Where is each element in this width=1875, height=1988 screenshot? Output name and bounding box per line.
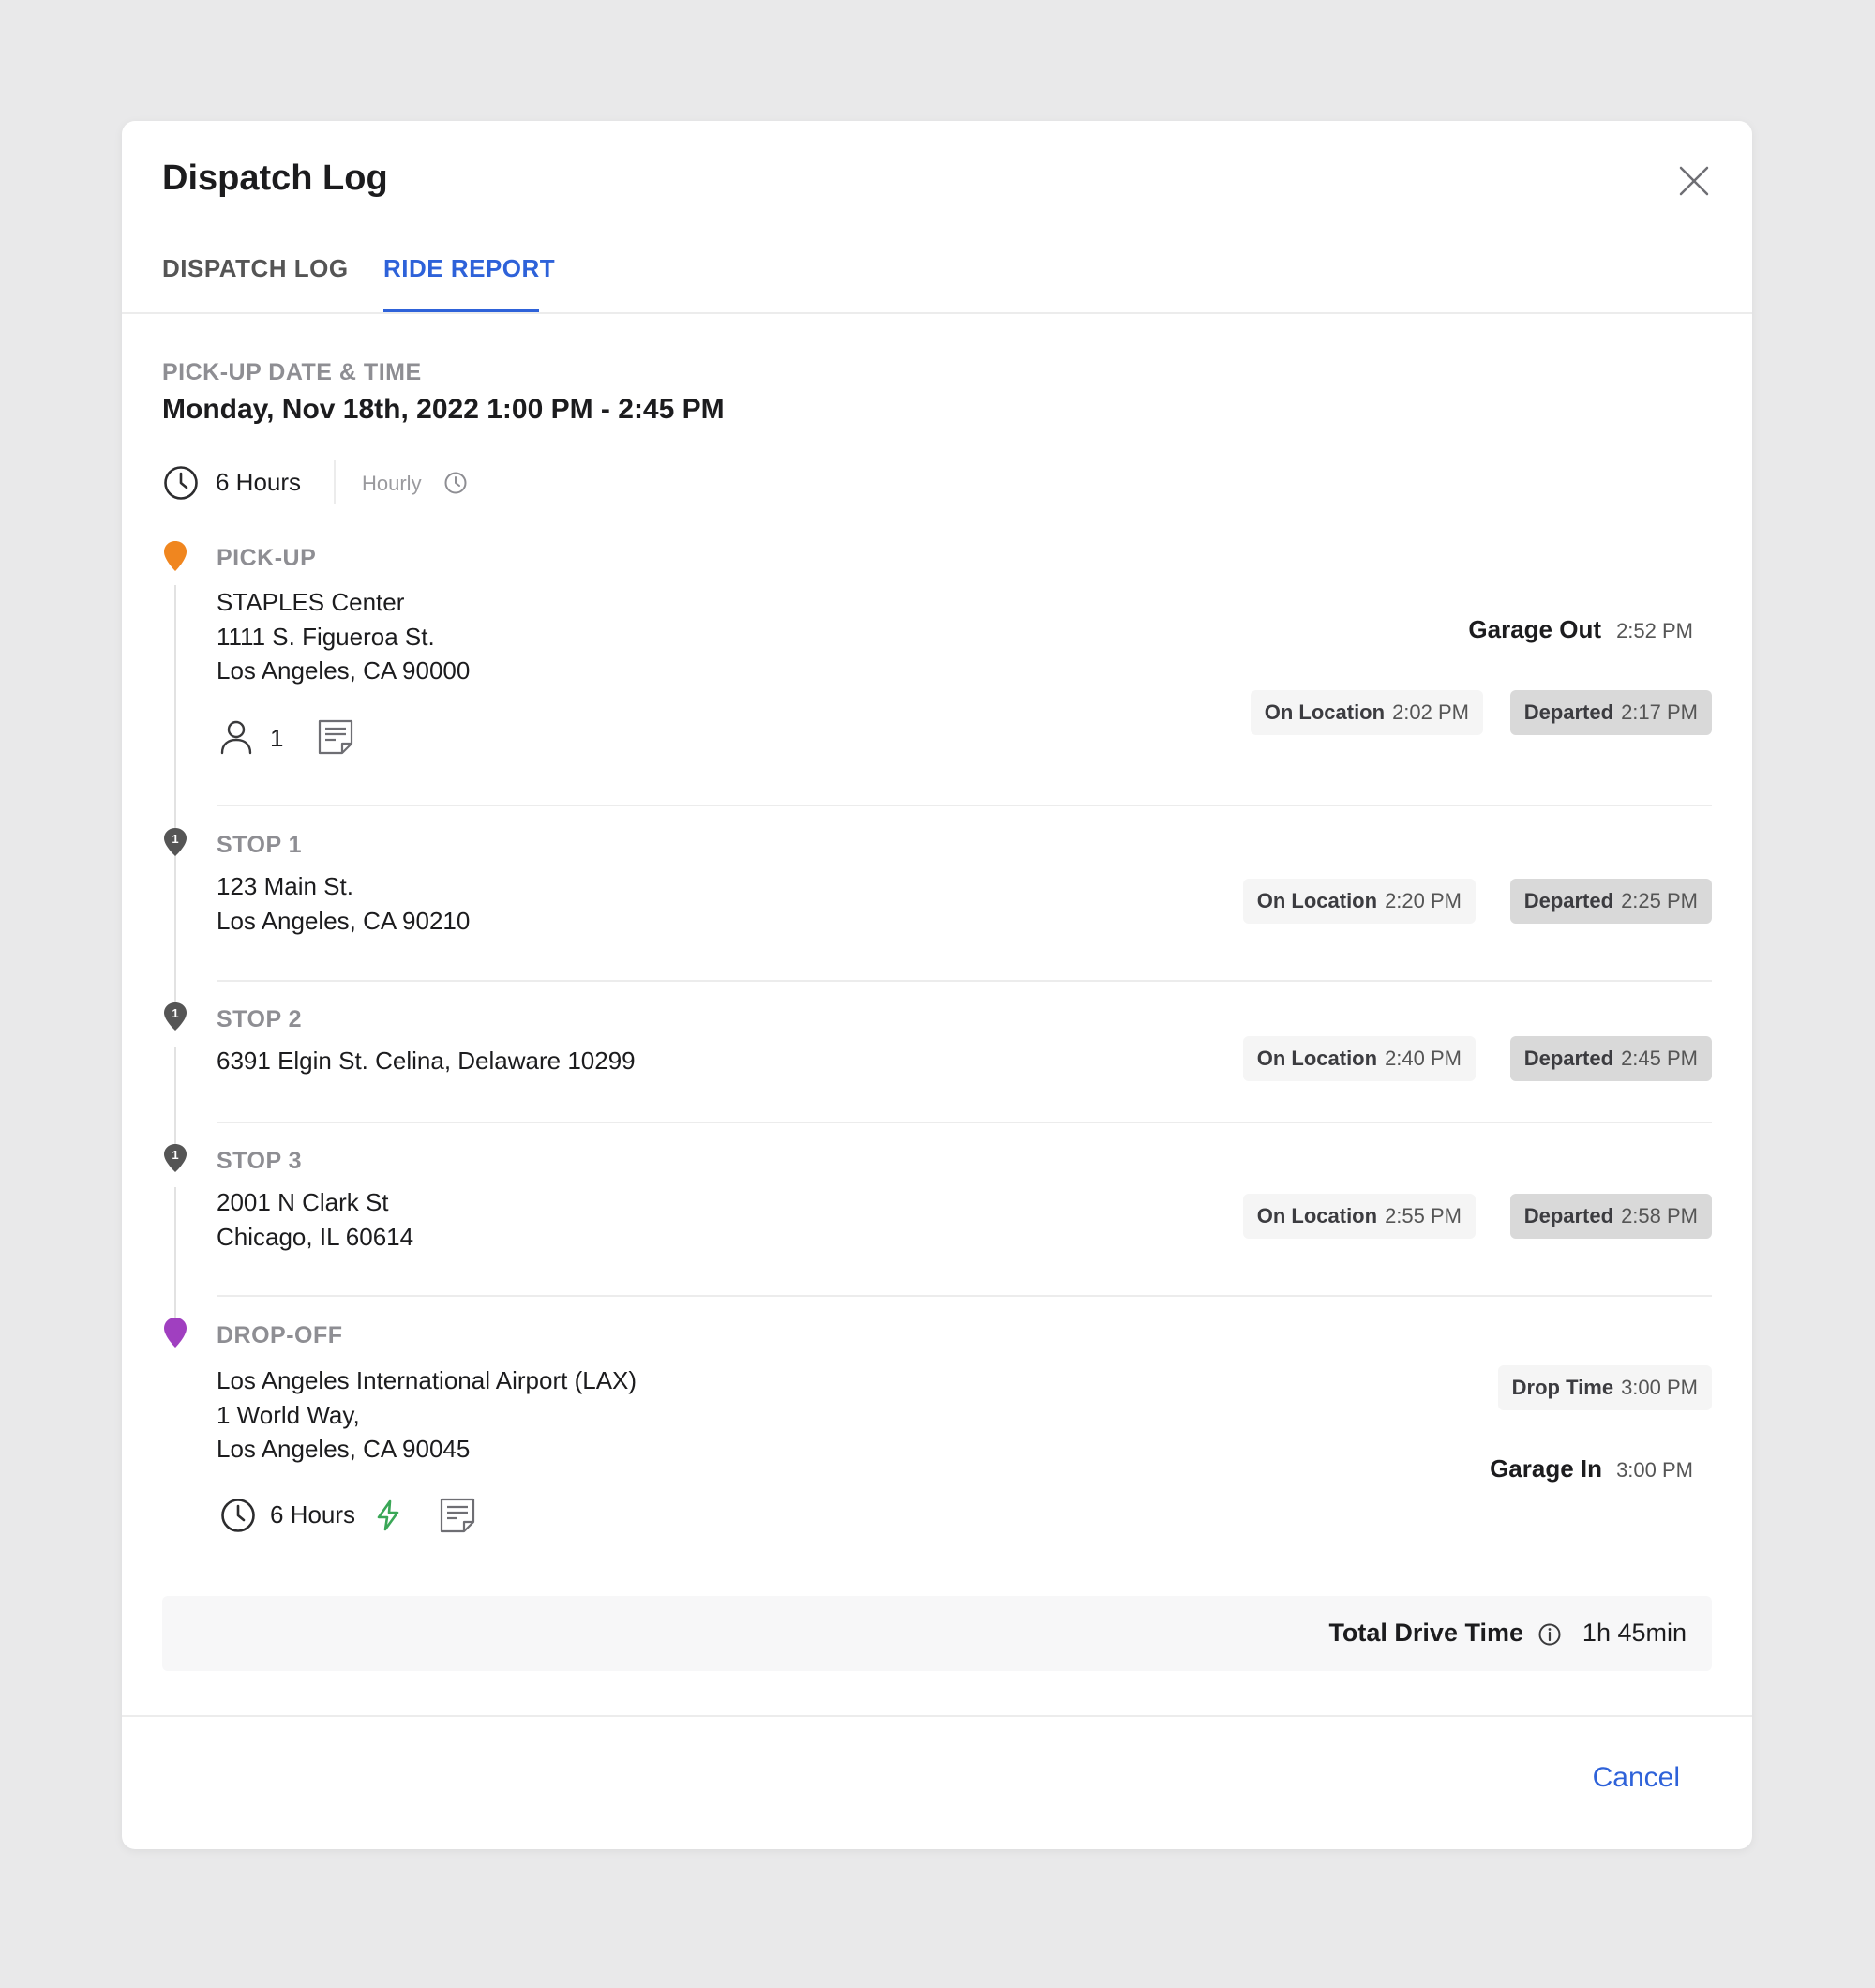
departed-time: 2:17 PM bbox=[1621, 700, 1698, 724]
departed-time: 2:58 PM bbox=[1621, 1204, 1698, 1227]
on-location-label: On Location bbox=[1256, 1047, 1378, 1070]
departed-time: 2:25 PM bbox=[1621, 889, 1698, 912]
note-icon[interactable] bbox=[439, 1497, 476, 1539]
stop-address-line: Chicago, IL 60614 bbox=[217, 1223, 414, 1251]
pickup-label: PICK-UP bbox=[217, 545, 317, 571]
dropoff-pin-icon bbox=[163, 1317, 188, 1353]
dropoff-label: DROP-OFF bbox=[217, 1322, 343, 1348]
dropoff-address-line: Los Angeles, CA 90045 bbox=[217, 1435, 471, 1463]
duration-row: 6 Hours Hourly bbox=[162, 460, 725, 505]
pickup-address-line: STAPLES Center bbox=[217, 588, 405, 616]
dispatch-log-modal: Dispatch Log DISPATCH LOG RIDE REPORT PI… bbox=[122, 121, 1752, 1849]
on-location-time: 2:20 PM bbox=[1385, 889, 1462, 912]
pickup-address-line: 1111 S. Figueroa St. bbox=[217, 623, 435, 651]
on-location-time: 2:02 PM bbox=[1392, 700, 1469, 724]
row-divider bbox=[217, 980, 1712, 982]
timeline-connector bbox=[174, 1187, 176, 1337]
on-location-badge: On Location 2:55 PM bbox=[1242, 1194, 1476, 1239]
stop-address-line: Los Angeles, CA 90210 bbox=[217, 907, 471, 935]
passenger-count: 1 bbox=[270, 724, 284, 752]
row-divider bbox=[217, 805, 1712, 806]
on-location-badge: On Location 2:40 PM bbox=[1242, 1036, 1476, 1081]
duration-hours: 6 Hours bbox=[216, 468, 302, 496]
drop-time-badge: Drop Time 3:00 PM bbox=[1497, 1365, 1712, 1410]
departed-label: Departed bbox=[1523, 700, 1614, 724]
garage-in-time: 3:00 PM bbox=[1616, 1458, 1693, 1482]
on-location-label: On Location bbox=[1256, 889, 1378, 912]
svg-text:1: 1 bbox=[172, 1148, 178, 1162]
on-location-badge: On Location 2:02 PM bbox=[1250, 690, 1483, 735]
service-type: Hourly bbox=[362, 472, 422, 495]
stop-label: STOP 3 bbox=[217, 1148, 303, 1174]
stop-address-line: 123 Main St. bbox=[217, 872, 353, 900]
row-divider bbox=[217, 1295, 1712, 1297]
tabs-divider bbox=[122, 312, 1752, 314]
stop-pin-icon: 1 bbox=[163, 1143, 188, 1178]
footer-divider bbox=[122, 1715, 1752, 1717]
drop-time-label: Drop Time bbox=[1511, 1376, 1614, 1399]
on-location-label: On Location bbox=[1264, 700, 1386, 724]
timeline-connector bbox=[174, 1047, 176, 1159]
stop-label: STOP 2 bbox=[217, 1006, 303, 1032]
stop-address-line: 6391 Elgin St. Celina, Delaware 10299 bbox=[217, 1047, 636, 1075]
cancel-button[interactable]: Cancel bbox=[1593, 1762, 1680, 1794]
clock-icon bbox=[162, 464, 200, 506]
tab-dispatch-log[interactable]: DISPATCH LOG bbox=[162, 254, 349, 283]
departed-badge: Departed 2:58 PM bbox=[1509, 1194, 1712, 1239]
on-location-label: On Location bbox=[1256, 1204, 1378, 1227]
note-icon[interactable] bbox=[317, 718, 354, 761]
bolt-icon bbox=[375, 1499, 401, 1536]
stop-pin-icon: 1 bbox=[163, 1002, 188, 1036]
garage-in-label: Garage In bbox=[1490, 1454, 1602, 1483]
garage-out-time: 2:52 PM bbox=[1616, 619, 1693, 642]
pickup-datetime: Monday, Nov 18th, 2022 1:00 PM - 2:45 PM bbox=[162, 394, 725, 425]
pickup-datetime-label: PICK-UP DATE & TIME bbox=[162, 359, 422, 385]
total-drive-time-box: Total Drive Time 1h 45min bbox=[162, 1596, 1712, 1671]
timeline-connector bbox=[174, 871, 176, 1021]
tab-ride-report[interactable]: RIDE REPORT bbox=[383, 254, 555, 283]
svg-text:1: 1 bbox=[172, 832, 178, 846]
info-icon[interactable] bbox=[1538, 1622, 1562, 1651]
drop-time: 3:00 PM bbox=[1621, 1376, 1698, 1399]
stop-pin-icon: 1 bbox=[163, 827, 188, 862]
close-icon bbox=[1679, 166, 1709, 196]
stop-label: STOP 1 bbox=[217, 832, 303, 858]
divider bbox=[334, 460, 336, 504]
departed-time: 2:45 PM bbox=[1621, 1047, 1698, 1070]
on-location-time: 2:40 PM bbox=[1385, 1047, 1462, 1070]
departed-label: Departed bbox=[1523, 1204, 1614, 1227]
stop-address-line: 2001 N Clark St bbox=[217, 1188, 389, 1216]
on-location-badge: On Location 2:20 PM bbox=[1242, 879, 1476, 924]
pickup-pin-icon bbox=[163, 540, 188, 577]
departed-badge: Departed 2:25 PM bbox=[1509, 879, 1712, 924]
total-drive-time-value: 1h 45min bbox=[1582, 1619, 1687, 1647]
on-location-time: 2:55 PM bbox=[1385, 1204, 1462, 1227]
departed-badge: Departed 2:45 PM bbox=[1509, 1036, 1712, 1081]
total-drive-time-label: Total Drive Time bbox=[1328, 1619, 1523, 1647]
close-button[interactable] bbox=[1673, 160, 1715, 202]
departed-label: Departed bbox=[1523, 1047, 1614, 1070]
dropoff-address-line: Los Angeles International Airport (LAX) bbox=[217, 1366, 638, 1394]
dropoff-address-line: 1 World Way, bbox=[217, 1401, 360, 1429]
row-divider bbox=[217, 1122, 1712, 1123]
person-icon bbox=[219, 719, 253, 760]
clock-icon bbox=[219, 1497, 257, 1539]
clock-icon bbox=[443, 471, 468, 500]
departed-label: Departed bbox=[1523, 889, 1614, 912]
pickup-address-line: Los Angeles, CA 90000 bbox=[217, 656, 471, 685]
departed-badge: Departed 2:17 PM bbox=[1509, 690, 1712, 735]
garage-out-label: Garage Out bbox=[1468, 615, 1601, 643]
svg-text:1: 1 bbox=[172, 1006, 178, 1020]
dropoff-duration: 6 Hours bbox=[270, 1500, 356, 1529]
modal-title: Dispatch Log bbox=[162, 158, 388, 198]
